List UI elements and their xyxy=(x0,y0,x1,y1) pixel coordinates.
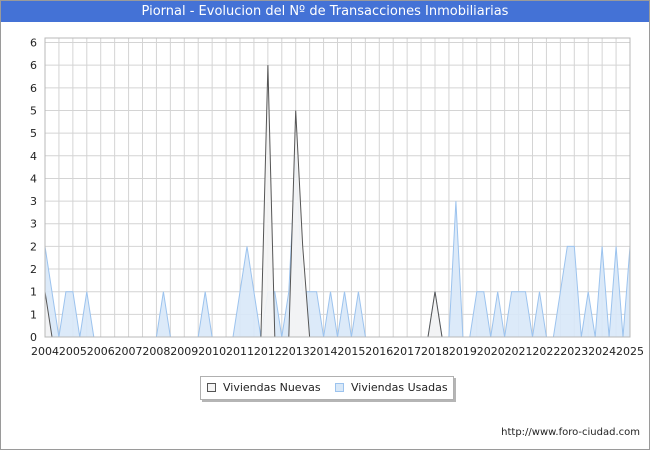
y-tick-label: 6 xyxy=(30,82,37,95)
x-tick-label: 2024 xyxy=(588,345,616,358)
x-tick-label: 2022 xyxy=(532,345,560,358)
x-tick-label: 2012 xyxy=(254,345,282,358)
x-tick-label: 2009 xyxy=(170,345,198,358)
y-tick-label: 2 xyxy=(30,263,37,276)
x-tick-label: 2018 xyxy=(421,345,449,358)
x-tick-label: 2015 xyxy=(337,345,365,358)
legend-label-usadas: Viviendas Usadas xyxy=(351,381,448,394)
chart-legend: Viviendas Nuevas Viviendas Usadas xyxy=(200,376,454,400)
footer-url: http://www.foro-ciudad.com xyxy=(501,427,640,438)
y-tick-label: 0 xyxy=(30,331,37,344)
x-tick-label: 2013 xyxy=(282,345,310,358)
y-tick-label: 3 xyxy=(30,195,37,208)
y-tick-label: 1 xyxy=(30,286,37,299)
legend-item-usadas: Viviendas Usadas xyxy=(329,377,453,399)
y-tick-label: 1 xyxy=(30,308,37,321)
x-tick-label: 2008 xyxy=(142,345,170,358)
legend-swatch-usadas xyxy=(335,383,344,392)
x-tick-label: 2004 xyxy=(31,345,59,358)
x-tick-label: 2016 xyxy=(365,345,393,358)
y-tick-label: 6 xyxy=(30,59,37,72)
x-tick-label: 2020 xyxy=(477,345,505,358)
legend-label-nuevas: Viviendas Nuevas xyxy=(223,381,321,394)
y-tick-label: 5 xyxy=(30,127,37,140)
y-tick-label: 2 xyxy=(30,240,37,253)
x-tick-label: 2019 xyxy=(449,345,477,358)
x-tick-label: 2011 xyxy=(226,345,254,358)
y-tick-label: 4 xyxy=(30,150,37,163)
x-tick-label: 2021 xyxy=(505,345,533,358)
y-tick-label: 6 xyxy=(30,37,37,50)
legend-item-nuevas: Viviendas Nuevas xyxy=(201,377,327,399)
y-tick-label: 3 xyxy=(30,218,37,231)
x-tick-label: 2025 xyxy=(616,345,644,358)
x-tick-label: 2014 xyxy=(310,345,338,358)
y-tick-label: 4 xyxy=(30,172,37,185)
x-tick-label: 2005 xyxy=(59,345,87,358)
x-tick-label: 2006 xyxy=(87,345,115,358)
x-tick-label: 2023 xyxy=(560,345,588,358)
x-tick-label: 2017 xyxy=(393,345,421,358)
x-tick-label: 2007 xyxy=(115,345,143,358)
y-tick-label: 5 xyxy=(30,104,37,117)
x-tick-label: 2010 xyxy=(198,345,226,358)
legend-swatch-nuevas xyxy=(207,383,216,392)
